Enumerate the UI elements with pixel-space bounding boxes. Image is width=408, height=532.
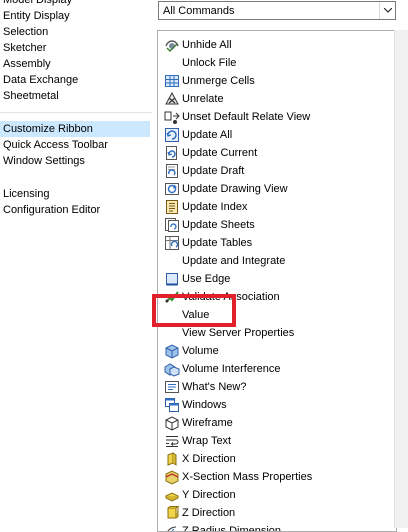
command-label: X Direction [182, 453, 236, 465]
command-volume[interactable]: Volume [164, 342, 392, 360]
unmerge-cells-icon [164, 73, 180, 89]
command-label: Z Direction [182, 507, 236, 519]
x-direction-icon [164, 451, 180, 467]
volume-interference-icon [164, 361, 180, 377]
update-index-icon [164, 199, 180, 215]
unrelate-icon [164, 91, 180, 107]
unset-default-view-icon [164, 109, 180, 125]
update-all-icon [164, 127, 180, 143]
command-label: Volume Interference [182, 363, 281, 375]
command-update-and-integrate[interactable]: Update and Integrate [164, 252, 392, 270]
command-label: Update Index [182, 201, 248, 213]
command-volume-interference[interactable]: Volume Interference [164, 360, 392, 378]
command-y-direction[interactable]: Y Direction [164, 486, 392, 504]
nav-item-customize-ribbon[interactable]: Customize Ribbon [0, 121, 150, 137]
x-section-mass-icon [164, 469, 180, 485]
command-label: Update Draft [182, 165, 245, 177]
command-update-all[interactable]: Update All [164, 126, 392, 144]
command-unset-default-relate-view[interactable]: Unset Default Relate View [164, 108, 392, 126]
command-label: Use Edge [182, 273, 231, 285]
command-wireframe[interactable]: Wireframe [164, 414, 392, 432]
command-update-index[interactable]: Update Index [164, 198, 392, 216]
command-x-section-mass-properties[interactable]: X-Section Mass Properties [164, 468, 392, 486]
nav-item-configuration-editor[interactable]: Configuration Editor [0, 202, 150, 218]
command-z-radius-dimension[interactable]: Z Radius Dimension [164, 522, 392, 531]
unhide-all-icon [164, 37, 180, 53]
command-label: Update Drawing View [182, 183, 288, 195]
command-label: Unset Default Relate View [182, 111, 311, 123]
update-draft-icon [164, 163, 180, 179]
command-label: Unlock File [182, 57, 237, 69]
command-unmerge-cells[interactable]: Unmerge Cells [164, 72, 392, 90]
command-update-tables[interactable]: Update Tables [164, 234, 392, 252]
whats-new-icon [164, 379, 180, 395]
command-filter-dropdown[interactable]: All Commands [158, 1, 396, 20]
command-label: Wrap Text [182, 435, 232, 447]
command-label: Wireframe [182, 417, 233, 429]
command-label: Update Tables [182, 237, 253, 249]
update-sheets-icon [164, 217, 180, 233]
update-current-icon [164, 145, 180, 161]
y-direction-icon [164, 487, 180, 503]
command-label: Update Current [182, 147, 258, 159]
nav-item-sheetmetal[interactable]: Sheetmetal [0, 88, 150, 104]
nav-item-entity-display[interactable]: Entity Display [0, 8, 150, 24]
z-direction-icon [164, 505, 180, 521]
command-windows[interactable]: Windows [164, 396, 392, 414]
volume-icon [164, 343, 180, 359]
command-label: View Server Properties [182, 327, 295, 339]
command-unhide-all[interactable]: Unhide All [164, 36, 392, 54]
command-label: X-Section Mass Properties [182, 471, 313, 483]
nav-item-window-settings[interactable]: Window Settings [0, 153, 150, 169]
options-category-pane: Model Display Entity Display Selection S… [0, 0, 152, 528]
command-filter-value: All Commands [163, 5, 235, 17]
highlight-annotation-box [152, 294, 236, 327]
command-unrelate[interactable]: Unrelate [164, 90, 392, 108]
nav-item-data-exchange[interactable]: Data Exchange [0, 72, 150, 88]
command-whats-new[interactable]: What's New? [164, 378, 392, 396]
command-label: Y Direction [182, 489, 236, 501]
update-drawing-view-icon [164, 181, 180, 197]
command-label: Unrelate [182, 93, 224, 105]
windows-icon [164, 397, 180, 413]
command-update-draft[interactable]: Update Draft [164, 162, 392, 180]
command-use-edge[interactable]: Use Edge [164, 270, 392, 288]
nav-item-selection[interactable]: Selection [0, 24, 150, 40]
command-list[interactable]: Unhide All Unlock File Unmerge Cells Unr… [157, 30, 397, 532]
command-wrap-text[interactable]: Wrap Text [164, 432, 392, 450]
command-update-current[interactable]: Update Current [164, 144, 392, 162]
command-label: Update All [182, 129, 233, 141]
nav-item-assembly[interactable]: Assembly [0, 56, 150, 72]
command-label: Unmerge Cells [182, 75, 255, 87]
command-label: Update Sheets [182, 219, 255, 231]
nav-item-licensing[interactable]: Licensing [0, 186, 150, 202]
command-unlock-file[interactable]: Unlock File [164, 54, 392, 72]
command-label: Volume [182, 345, 219, 357]
command-x-direction[interactable]: X Direction [164, 450, 392, 468]
command-label: Unhide All [182, 39, 232, 51]
use-edge-icon [164, 271, 180, 287]
nav-item-quick-access-toolbar[interactable]: Quick Access Toolbar [0, 137, 150, 153]
update-tables-icon [164, 235, 180, 251]
command-update-drawing-view[interactable]: Update Drawing View [164, 180, 392, 198]
wireframe-icon [164, 415, 180, 431]
nav-item-model-display[interactable]: Model Display [0, 0, 150, 8]
command-label: What's New? [182, 381, 247, 393]
command-z-direction[interactable]: Z Direction [164, 504, 392, 522]
command-list-scrollbar[interactable] [394, 30, 408, 528]
command-label: Update and Integrate [182, 255, 286, 267]
nav-divider [0, 112, 152, 113]
nav-item-sketcher[interactable]: Sketcher [0, 40, 150, 56]
chevron-down-icon[interactable] [379, 2, 395, 19]
command-label: Windows [182, 399, 227, 411]
command-update-sheets[interactable]: Update Sheets [164, 216, 392, 234]
wrap-text-icon [164, 433, 180, 449]
